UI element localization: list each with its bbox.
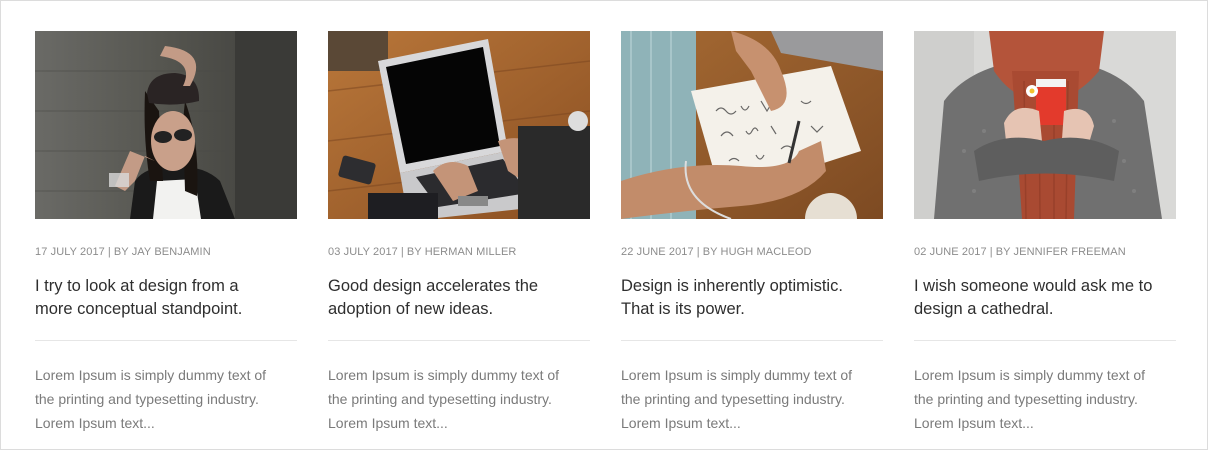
blog-post-card: 03 JULY 2017 | BY HERMAN MILLER Good desig… — [328, 31, 590, 435]
sketching-in-notebook-image — [621, 31, 883, 219]
laptop-on-desk-image — [328, 31, 590, 219]
post-date: 02 JUNE 2017 — [914, 246, 987, 258]
post-date: 17 JULY 2017 — [35, 246, 105, 258]
blog-post-card: 02 JUNE 2017 | BY JENNIFER FREEMAN I wish … — [914, 31, 1176, 435]
post-excerpt: Lorem Ipsum is simply dummy text of the … — [914, 367, 1146, 431]
post-author: BY JENNIFER FREEMAN — [995, 246, 1126, 258]
woman-holding-coffee-cup-image — [914, 31, 1176, 219]
card-divider — [621, 340, 883, 341]
post-meta: 22 JUNE 2017 | BY HUGH MACLEOD — [621, 246, 883, 259]
woman-with-sunglasses-image — [35, 31, 297, 219]
card-divider — [914, 340, 1176, 341]
blog-section: 17 JULY 2017 | BY JAY BENJAMIN I try to lo… — [0, 0, 1208, 450]
meta-separator: | — [989, 246, 993, 258]
post-title[interactable]: I try to look at design from a more conc… — [35, 275, 275, 321]
post-thumbnail-coffee[interactable] — [914, 31, 1176, 219]
card-divider — [35, 340, 297, 341]
post-title[interactable]: Good design accelerates the adoption of … — [328, 275, 568, 321]
post-date: 03 JULY 2017 — [328, 246, 398, 258]
post-meta: 17 JULY 2017 | BY JAY BENJAMIN — [35, 246, 297, 259]
post-thumbnail-laptop[interactable] — [328, 31, 590, 219]
post-excerpt: Lorem Ipsum is simply dummy text of the … — [35, 367, 267, 431]
meta-separator: | — [696, 246, 700, 258]
post-author: BY JAY BENJAMIN — [113, 246, 211, 258]
post-thumbnail-sketching[interactable] — [621, 31, 883, 219]
card-divider — [328, 340, 590, 341]
post-author: BY HUGH MACLEOD — [702, 246, 812, 258]
blog-post-grid: 17 JULY 2017 | BY JAY BENJAMIN I try to lo… — [35, 31, 1176, 435]
post-excerpt: Lorem Ipsum is simply dummy text of the … — [621, 367, 853, 431]
post-title[interactable]: Design is inherently optimistic. That is… — [621, 275, 861, 321]
blog-post-card: 22 JUNE 2017 | BY HUGH MACLEOD Design is i… — [621, 31, 883, 435]
post-author: BY HERMAN MILLER — [406, 246, 517, 258]
post-thumbnail-woman-sunglasses[interactable] — [35, 31, 297, 219]
blog-post-card: 17 JULY 2017 | BY JAY BENJAMIN I try to lo… — [35, 31, 297, 435]
post-meta: 02 JUNE 2017 | BY JENNIFER FREEMAN — [914, 246, 1176, 259]
post-date: 22 JUNE 2017 — [621, 246, 694, 258]
meta-separator: | — [400, 246, 404, 258]
meta-separator: | — [107, 246, 111, 258]
post-excerpt: Lorem Ipsum is simply dummy text of the … — [328, 367, 560, 431]
post-meta: 03 JULY 2017 | BY HERMAN MILLER — [328, 246, 590, 259]
post-title[interactable]: I wish someone would ask me to design a … — [914, 275, 1154, 321]
